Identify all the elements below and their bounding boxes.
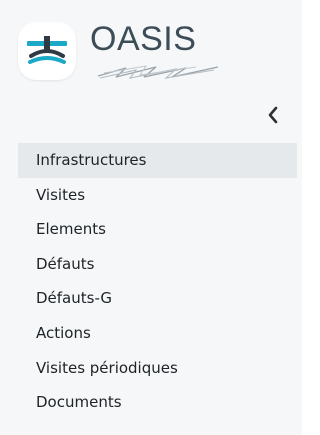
menu-item-visites[interactable]: Visites bbox=[18, 178, 297, 213]
app-name: OASIS bbox=[90, 20, 197, 58]
brand-header[interactable]: OASIS bbox=[18, 18, 298, 90]
menu-item-defauts-g[interactable]: Défauts-G bbox=[18, 281, 297, 316]
menu-item-actions[interactable]: Actions bbox=[18, 316, 297, 351]
main-menu: Infrastructures Visites Elements Défauts… bbox=[18, 143, 297, 420]
menu-item-infrastructures[interactable]: Infrastructures bbox=[18, 143, 297, 178]
sidebar: OASIS Infrastructures Visites Elements D… bbox=[0, 0, 302, 435]
menu-item-elements[interactable]: Elements bbox=[18, 212, 297, 247]
app-logo bbox=[18, 22, 76, 80]
redacted-subtitle bbox=[97, 65, 219, 79]
menu-item-documents[interactable]: Documents bbox=[18, 385, 297, 420]
menu-item-visites-periodiques[interactable]: Visites périodiques bbox=[18, 351, 297, 386]
collapse-sidebar-button[interactable] bbox=[258, 98, 288, 132]
chevron-left-icon bbox=[268, 106, 278, 124]
menu-item-defauts[interactable]: Défauts bbox=[18, 247, 297, 282]
bridge-logo-icon bbox=[27, 36, 67, 64]
